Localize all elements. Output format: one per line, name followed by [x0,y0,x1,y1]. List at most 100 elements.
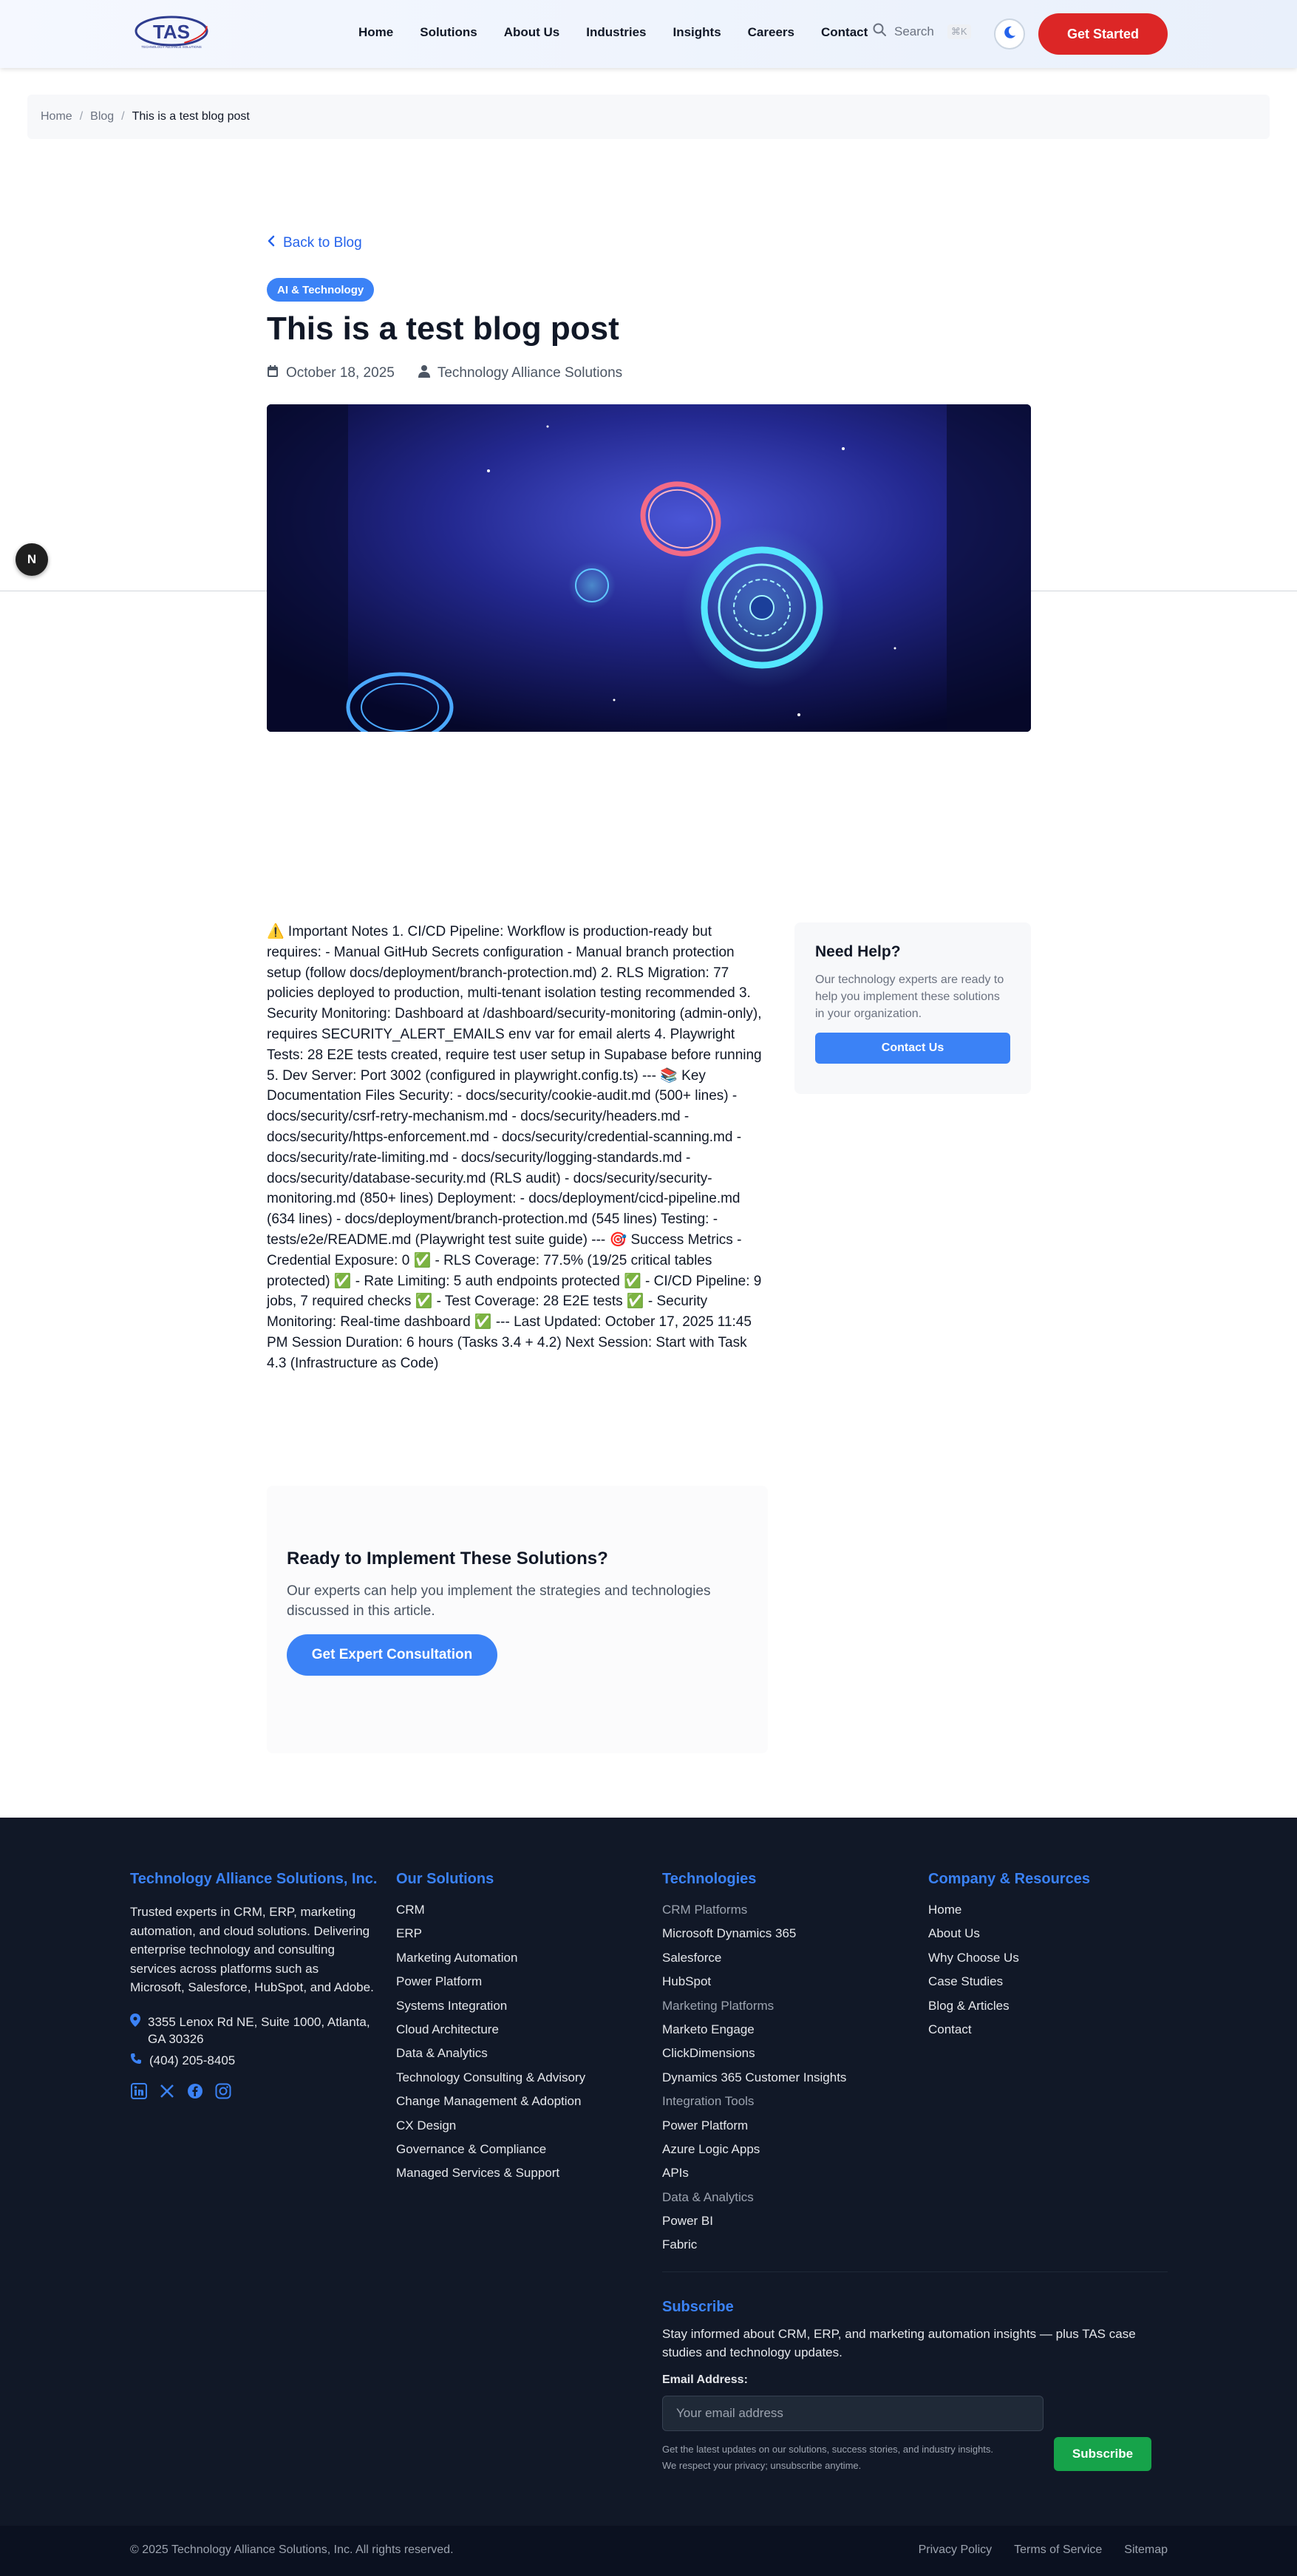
date-text: October 18, 2025 [286,365,395,381]
footer-link-azure-logic-apps[interactable]: Azure Logic Apps [662,2142,846,2166]
footer-company-resources-title: Company & Resources [928,1871,1090,1887]
sitemap-link[interactable]: Sitemap [1124,2543,1168,2557]
subscribe-title: Subscribe [662,2299,734,2315]
footer-link-data-and-analytics[interactable]: Data & Analytics [396,2046,585,2070]
search-trigger[interactable]: Search ⌘K [872,22,971,41]
category-badge[interactable]: AI & Technology [267,278,375,302]
footer-link-microsoft-dynamics-365[interactable]: Microsoft Dynamics 365 [662,1926,846,1950]
author: Technology Alliance Solutions [418,364,622,382]
contact-us-button[interactable]: Contact Us [815,1033,1010,1064]
ready-title: Ready to Implement These Solutions? [287,1549,608,1569]
phone-icon [130,2052,142,2069]
back-to-blog-link[interactable]: Back to Blog [267,235,362,251]
help-card-text: Our technology experts are ready to help… [815,973,1004,1020]
legal-links: Privacy Policy Terms of Service Sitemap [919,2543,1168,2557]
phone-text: (404) 205-8405 [149,2053,236,2067]
footer-group-crm-platforms: CRM Platforms [662,1903,748,1917]
search-icon [872,22,887,41]
footer-link-clickdimensions[interactable]: ClickDimensions [662,2046,846,2070]
footer-link-why-choose-us[interactable]: Why Choose Us [928,1951,1090,1974]
page-title: This is a test blog post [267,310,619,347]
footer-link-fabric[interactable]: Fabric [662,2237,846,2261]
search-shortcut: ⌘K [947,24,971,39]
footer-phone[interactable]: (404) 205-8405 [130,2052,374,2069]
footer-link-power-platform[interactable]: Power Platform [396,1974,585,1998]
footer-link-apis[interactable]: APIs [662,2166,846,2189]
nav-home[interactable]: Home [358,25,393,40]
user-icon [418,364,430,382]
footer-link-dynamics-365-customer-insights[interactable]: Dynamics 365 Customer Insights [662,2070,846,2094]
solutions-list: CRM ERP Marketing Automation Power Platform… [396,1903,585,2190]
nav-careers[interactable]: Careers [748,25,794,40]
fine-print-line: Get the latest updates on our solutions,… [662,2444,994,2455]
footer-link-cloud-architecture[interactable]: Cloud Architecture [396,2022,585,2046]
footer-link-cx-design[interactable]: CX Design [396,2118,585,2142]
email-field[interactable] [662,2396,1044,2431]
breadcrumb-home[interactable]: Home [41,110,72,123]
terms-of-service-link[interactable]: Terms of Service [1014,2543,1102,2557]
footer-link-power-bi[interactable]: Power BI [662,2214,846,2237]
nav-about-us[interactable]: About Us [504,25,560,40]
subscribe-button[interactable]: Subscribe [1054,2437,1151,2471]
footer-link-about-us[interactable]: About Us [928,1926,1090,1950]
chevron-left-icon [267,235,276,251]
footer-link-systems-integration[interactable]: Systems Integration [396,1999,585,2022]
moon-icon [1002,25,1017,44]
footer-group-marketing-platforms: Marketing Platforms [662,1998,775,2013]
linkedin-icon[interactable] [130,2082,148,2100]
footer-link-technology-consulting-and-advisory[interactable]: Technology Consulting & Advisory [396,2070,585,2094]
search-label: Search [894,24,934,38]
company-resources-list: Home About Us Why Choose Us Case Studies Blo… [928,1903,1090,2046]
need-help-card: Need Help? Our technology experts are re… [794,922,1031,1094]
help-card-title: Need Help? [815,943,901,960]
x-icon[interactable] [158,2082,176,2100]
footer-link-blog-and-articles[interactable]: Blog & Articles [928,1999,1090,2022]
hero-image [267,404,1031,732]
site-header: TAS TECHNOLOGY ALLIANCE SOLUTIONS Home S… [0,0,1297,68]
breadcrumb-current: This is a test blog post [132,110,250,123]
technologies-list: CRM Platforms Microsoft Dynamics 365 Sales… [662,1903,846,2262]
footer-technologies-title: Technologies [662,1871,757,1887]
privacy-policy-link[interactable]: Privacy Policy [919,2543,993,2557]
footer-link-crm[interactable]: CRM [396,1903,585,1926]
footer-link-marketing-automation[interactable]: Marketing Automation [396,1951,585,1974]
footer-link-case-studies[interactable]: Case Studies [928,1974,1090,1998]
get-expert-consultation-button[interactable]: Get Expert Consultation [287,1634,497,1676]
nav-insights[interactable]: Insights [673,25,721,40]
footer-link-managed-services-and-support[interactable]: Managed Services & Support [396,2166,585,2189]
footer-divider [662,2271,1168,2272]
article-body: ⚠️ Important Notes 1. CI/CD Pipeline: Wo… [267,924,762,1371]
back-link-label: Back to Blog [283,235,362,251]
map-pin-icon [130,2013,140,2047]
devtools-badge[interactable]: N [16,543,48,576]
calendar-icon [267,364,279,382]
email-label: Email Address: [662,2373,748,2386]
footer-link-salesforce[interactable]: Salesforce [662,1951,846,1974]
nav-solutions[interactable]: Solutions [420,25,477,40]
logo-text: TAS [153,21,190,43]
footer-link-governance-and-compliance[interactable]: Governance & Compliance [396,2142,585,2166]
footer-link-marketo-engage[interactable]: Marketo Engage [662,2022,846,2046]
breadcrumb-blog[interactable]: Blog [90,110,114,123]
footer-solutions-title: Our Solutions [396,1871,494,1887]
theme-toggle-button[interactable] [994,18,1025,50]
footer-link-erp[interactable]: ERP [396,1926,585,1950]
article-meta: October 18, 2025 Technology Alliance Sol… [267,364,646,382]
footer-link-hubspot[interactable]: HubSpot [662,1974,846,1998]
subscribe-fine-print: Get the latest updates on our solutions,… [662,2441,1046,2474]
footer-link-power-platform[interactable]: Power Platform [662,2118,846,2142]
footer-link-change-management-and-adoption[interactable]: Change Management & Adoption [396,2094,585,2118]
copyright-text: © 2025 Technology Alliance Solutions, In… [130,2543,454,2556]
footer-link-home[interactable]: Home [928,1903,1090,1926]
footer-solutions-column: Our Solutions CRM ERP Marketing Automation… [396,1871,585,2190]
get-started-button[interactable]: Get Started [1038,13,1168,55]
nav-industries[interactable]: Industries [586,25,646,40]
footer-about-text: Trusted experts in CRM, ERP, marketing a… [130,1905,374,1994]
main-nav: Home Solutions About Us Industries Insig… [358,25,894,40]
nav-contact[interactable]: Contact [821,25,868,40]
instagram-icon[interactable] [214,2082,232,2100]
footer-link-contact[interactable]: Contact [928,2022,1090,2046]
breadcrumb-separator: / [79,110,84,123]
facebook-icon[interactable] [186,2082,204,2100]
tas-logo[interactable]: TAS TECHNOLOGY ALLIANCE SOLUTIONS [133,13,210,55]
